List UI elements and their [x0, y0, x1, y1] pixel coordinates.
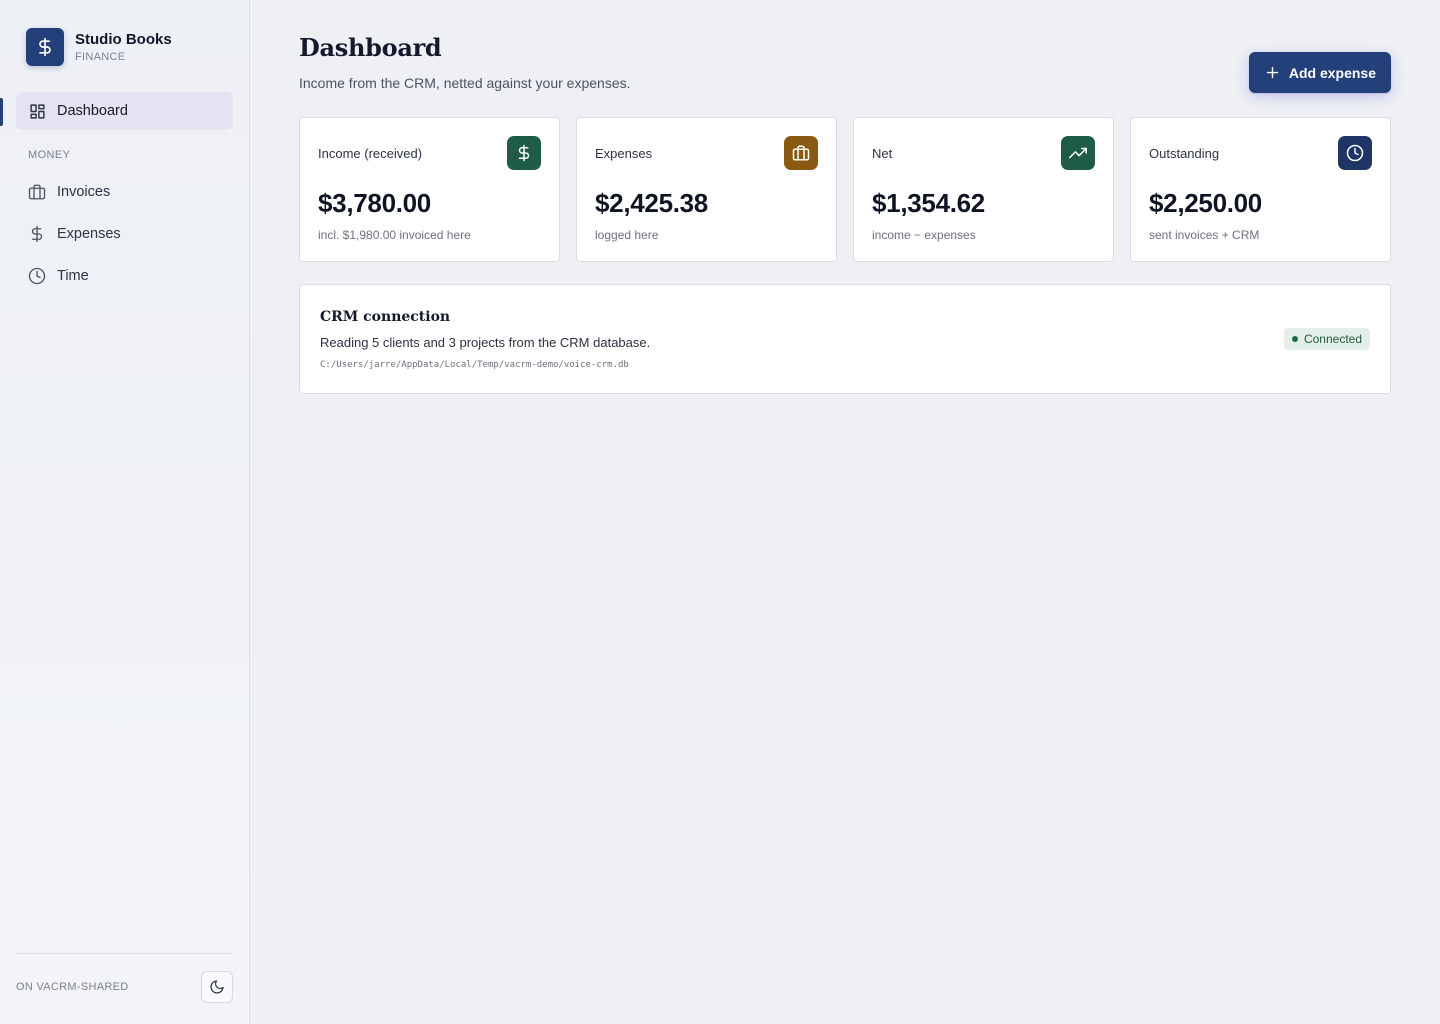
plus-icon [1265, 65, 1280, 80]
briefcase-icon [28, 183, 46, 201]
stat-label: Net [872, 146, 893, 161]
stat-card-outstanding: Outstanding $2,250.00 sent invoices + CR… [1130, 117, 1391, 262]
crm-connection-card: CRM connection Reading 5 clients and 3 p… [299, 284, 1391, 394]
stat-value: $1,354.62 [872, 188, 985, 218]
sidebar-item-expenses[interactable]: Expenses [16, 215, 233, 253]
stat-label: Outstanding [1149, 146, 1220, 161]
sidebar-footer: ON VACRM-SHARED [16, 953, 233, 1024]
sidebar-item-label: Expenses [57, 226, 121, 242]
stat-note: incl. $1,980.00 invoiced here [318, 228, 471, 242]
theme-toggle-button[interactable] [201, 971, 233, 1003]
sidebar-item-label: Time [57, 268, 89, 284]
stat-card-expenses: Expenses $2,425.38 logged here [576, 117, 837, 262]
sidebar-item-label: Invoices [57, 184, 111, 200]
section-label-money: MONEY [28, 149, 71, 161]
stat-card-net: Net $1,354.62 income − expenses [853, 117, 1114, 262]
status-badge: Connected [1283, 328, 1370, 350]
add-expense-label: Add expense [1288, 64, 1376, 81]
stat-note: sent invoices + CRM [1149, 228, 1260, 242]
page-subtitle: Income from the CRM, netted against your… [299, 75, 631, 91]
dollar-icon [507, 136, 541, 170]
active-indicator [0, 98, 3, 126]
stat-note: income − expenses [872, 228, 976, 242]
brand-name: Studio Books [75, 30, 172, 48]
dollar-icon [26, 28, 64, 66]
stat-label: Expenses [595, 146, 653, 161]
sidebar-item-invoices[interactable]: Invoices [16, 173, 233, 211]
status-label: Connected [1303, 332, 1362, 346]
grid-icon [28, 102, 46, 120]
main-content: Dashboard Income from the CRM, netted ag… [250, 0, 1440, 1024]
crm-description: Reading 5 clients and 3 projects from th… [320, 335, 651, 350]
page-title: Dashboard [299, 33, 442, 62]
stat-label: Income (received) [318, 146, 423, 161]
trending-up-icon [1061, 136, 1095, 170]
sidebar: Studio Books FINANCE Dashboard MONEY Inv… [0, 0, 250, 1024]
dollar-icon [28, 225, 46, 243]
crm-title: CRM connection [320, 309, 451, 325]
add-expense-button[interactable]: Add expense [1248, 52, 1391, 93]
clock-icon [28, 267, 46, 285]
brand-subtitle: FINANCE [75, 50, 126, 63]
stat-value: $2,425.38 [595, 188, 708, 218]
stat-value: $3,780.00 [318, 188, 431, 218]
sidebar-item-dashboard[interactable]: Dashboard [16, 92, 233, 130]
stat-card-income: Income (received) $3,780.00 incl. $1,980… [299, 117, 560, 262]
moon-icon [209, 979, 225, 995]
workspace-label: ON VACRM-SHARED [16, 981, 129, 993]
brand[interactable]: Studio Books FINANCE [26, 28, 172, 66]
stat-value: $2,250.00 [1149, 188, 1262, 218]
status-dot [1291, 336, 1298, 342]
stat-note: logged here [595, 228, 659, 242]
sidebar-item-label: Dashboard [57, 103, 128, 119]
crm-database-path: C:/Users/jarre/AppData/Local/Temp/vacrm-… [320, 360, 629, 370]
sidebar-item-time[interactable]: Time [16, 257, 233, 295]
briefcase-icon [784, 136, 818, 170]
clock-icon [1338, 136, 1372, 170]
